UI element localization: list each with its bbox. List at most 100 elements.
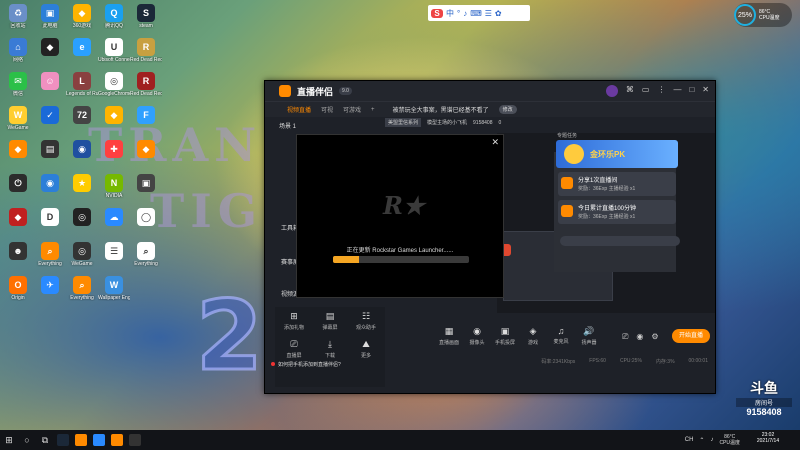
close-icon[interactable]: ✕ [491,137,499,148]
category-tag[interactable]: 美盟里信系列 [385,118,422,127]
desktop-icon[interactable]: ✓ [34,106,66,125]
add-gift-tool[interactable]: ⊞ 添加礼物 [277,311,311,331]
add-tab-button[interactable]: + [371,107,375,113]
ime-item[interactable]: 中 [446,8,454,19]
desktop-icon[interactable]: O Origin [2,276,34,301]
layout-icon[interactable]: ⌘ [626,85,634,97]
desktop-icon[interactable]: ⌂ 网络 [2,38,34,63]
desktop-icon[interactable]: ☰ [98,242,130,261]
preview-controls-bar[interactable] [560,236,680,246]
desktop-icon[interactable]: ✉ 微信 [2,72,34,97]
tab-game[interactable]: 可游戏 [343,105,361,114]
desktop-icon[interactable]: ◎ [66,208,98,227]
search-icon[interactable]: ○ [18,430,36,450]
desktop-icon[interactable]: ▣ 此电脑 [34,4,66,29]
maximize-button[interactable]: □ [689,85,694,97]
desktop-icon[interactable]: ◆ [98,106,130,125]
taskbar-app-icon[interactable] [57,434,69,446]
toolbar-live-screen[interactable]: ▦ 直播画面 [435,326,463,346]
desktop-icon[interactable]: ◯ [130,208,162,227]
desktop-icon[interactable]: LLegends of Runeterra [66,72,98,97]
toolbar-mic[interactable]: ♫ 麦克风 [547,326,575,346]
desktop-icon[interactable]: ♻ 回收站 [2,4,34,29]
ime-item[interactable]: ° [457,9,460,18]
start-button[interactable]: ⊞ [0,430,18,450]
close-button[interactable]: ✕ [702,85,709,97]
desktop-icon[interactable]: ✚ [98,140,130,159]
chevron-up-icon[interactable]: ⌃ [699,437,704,444]
desktop-icon[interactable]: ☺ [34,72,66,91]
desktop-icon[interactable]: ◉ [34,174,66,193]
promo-banner[interactable]: 金环乐PK [556,140,678,168]
eye-icon[interactable]: ◉ [636,332,643,342]
screen-icon[interactable]: ▭ [642,85,650,97]
layout-icon[interactable]: ⎚ [622,332,628,342]
audience-tool[interactable]: ☷ 观众助手 [349,311,383,331]
task-item[interactable]: 分享1次直播间 奖励：36Exp 主播经验 x1 [558,172,676,196]
ime-indicator[interactable]: CH [685,437,694,443]
gear-icon[interactable]: ⚙ [651,332,658,342]
desktop-icon[interactable]: N NVIDIA [98,174,130,199]
desktop-icon[interactable]: 72 [66,106,98,125]
toolbar-camera[interactable]: ◉ 摄像头 [463,326,491,346]
tray-temp[interactable]: 86°C CPU温度 [719,434,740,446]
desktop-icon[interactable]: e [66,38,98,57]
desktop-icon[interactable]: D [34,208,66,227]
desktop-icon[interactable]: ☁ [98,208,130,227]
desktop-icon[interactable]: ◎ GoogleChrome [98,72,130,97]
taskbar-app-icon[interactable] [75,434,87,446]
desktop-icon[interactable]: ◆ 360游戏 [66,4,98,29]
desktop-icon[interactable]: ◆ [2,140,34,159]
desktop-icon[interactable]: RRed Dead Redemption [130,38,162,63]
desktop-icon[interactable]: ▤ [34,140,66,159]
menu-icon[interactable]: ⋮ [657,85,665,97]
tab-visual[interactable]: 可视 [321,105,333,114]
taskbar-app-icon[interactable] [129,434,141,446]
desktop-icon[interactable]: Ssteam [130,4,162,29]
ime-item[interactable]: ♪ [463,9,467,18]
ime-item[interactable]: ⌨ [470,9,482,18]
cpu-widget[interactable]: 25% 86°C CPU温度 [734,3,792,27]
desktop-icon[interactable]: ⏻ [2,174,34,193]
desktop-icon[interactable]: ☻ [2,242,34,261]
desktop-icon[interactable]: W WeGame [2,106,34,131]
danmaku-tool[interactable]: ▤ 弹幕屏 [313,311,347,331]
desktop-icon[interactable]: RRed Dead Redemption 2 [130,72,162,97]
desktop-icon[interactable]: WWallpaper Engine [98,276,130,301]
ime-logo[interactable]: S [431,8,443,18]
taskbar-app-icon[interactable] [111,434,123,446]
desktop-icon[interactable]: ⌕ Everything [66,276,98,301]
scene-header[interactable]: 场景 1 [279,121,296,130]
desktop-icon[interactable]: ◎ WeGame [66,242,98,267]
start-live-button[interactable]: 开始直播 [672,329,710,343]
desktop-icon[interactable]: ◉ [66,140,98,159]
desktop-icon[interactable]: Q 腾讯QQ [98,4,130,29]
user-avatar[interactable] [605,85,618,97]
ime-item[interactable]: ☰ [485,9,492,18]
ime-item[interactable]: ✿ [495,9,502,18]
volume-icon[interactable]: ♪ [710,437,713,443]
toolbar-speaker[interactable]: 🔊 扬声器 [575,326,603,346]
ime-toolbar[interactable]: S 中 ° ♪ ⌨ ☰ ✿ [428,5,530,21]
system-clock[interactable]: 23:02 2021/7/14 [740,432,796,444]
desktop-icon[interactable]: UUbisoft Connect [98,38,130,63]
toolbar-phone-cast[interactable]: ▣ 手机投屏 [491,326,519,346]
minimize-button[interactable]: — [673,85,681,97]
toolbar-game[interactable]: ◈ 游戏 [519,326,547,346]
desktop-icon[interactable]: ◆ [130,140,162,159]
app-icon: ◆ [41,38,59,56]
task-view-icon[interactable]: ⧉ [36,430,54,450]
taskbar-app-icon[interactable] [93,434,105,446]
desktop-icon[interactable]: ⌕ Everything [34,242,66,267]
desktop-icon[interactable]: ⌕ Everything [130,242,162,267]
task-item[interactable]: 今日累计直播100分钟 奖励：36Exp 主播经验 x1 [558,200,676,224]
desktop-icon[interactable]: ◆ [2,208,34,227]
tab-video-live[interactable]: 视频直播 [287,105,311,114]
desktop-icon[interactable]: ✈ [34,276,66,295]
desktop-icon[interactable]: ◆ [34,38,66,57]
desktop-icon[interactable]: F [130,106,162,125]
desktop-icon-label: Red Dead Redemption [130,57,162,63]
desktop-icon[interactable]: ★ [66,174,98,193]
desktop-icon[interactable]: ▣ [130,174,162,193]
edit-notice-button[interactable]: 修改 [498,105,517,114]
